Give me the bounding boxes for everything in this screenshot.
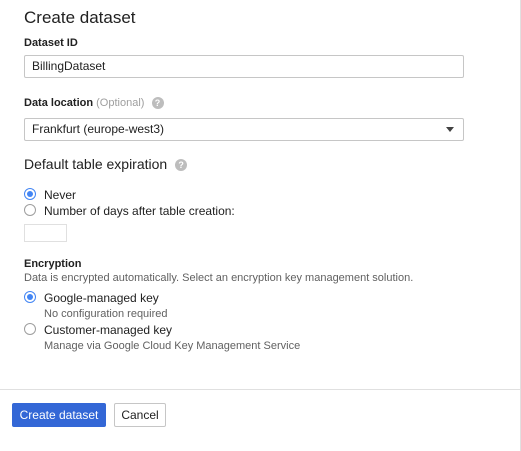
create-dataset-panel: Create dataset Dataset ID BillingDataset… — [0, 0, 521, 451]
customer-managed-key-label: Customer-managed key — [44, 323, 173, 337]
cancel-button[interactable]: Cancel — [114, 403, 166, 427]
expiration-title: Default table expiration ? — [24, 156, 188, 172]
google-managed-key-sublabel: No configuration required — [44, 308, 168, 320]
radio-button[interactable] — [24, 323, 36, 335]
chevron-down-icon — [446, 127, 454, 132]
radio-button[interactable] — [24, 291, 36, 303]
radio-number-of-days-label: Number of days after table creation: — [44, 204, 235, 218]
dataset-id-label: Dataset ID — [24, 37, 78, 49]
data-location-label-text: Data location — [24, 97, 94, 109]
divider — [0, 389, 521, 390]
expiration-title-text: Default table expiration — [24, 156, 168, 172]
customer-managed-key-sublabel: Manage via Google Cloud Key Management S… — [44, 340, 301, 352]
radio-never-label: Never — [44, 188, 77, 202]
optional-tag: (Optional) — [96, 97, 145, 109]
encryption-title: Encryption — [24, 258, 82, 270]
dataset-id-input[interactable]: BillingDataset — [24, 55, 464, 78]
radio-button[interactable] — [24, 204, 36, 216]
help-icon[interactable]: ? — [151, 97, 164, 110]
help-icon[interactable]: ? — [175, 159, 188, 172]
data-location-select[interactable]: Frankfurt (europe-west3) — [24, 118, 464, 141]
days-input[interactable] — [24, 224, 67, 242]
dialog-title: Create dataset — [24, 8, 136, 27]
google-managed-key-label: Google-managed key — [44, 291, 159, 305]
encryption-description: Data is encrypted automatically. Select … — [24, 272, 414, 284]
radio-button[interactable] — [24, 188, 36, 200]
data-location-label: Data location (Optional) ? — [24, 97, 164, 110]
create-dataset-button[interactable]: Create dataset — [12, 403, 106, 427]
data-location-value: Frankfurt (europe-west3) — [32, 122, 165, 136]
